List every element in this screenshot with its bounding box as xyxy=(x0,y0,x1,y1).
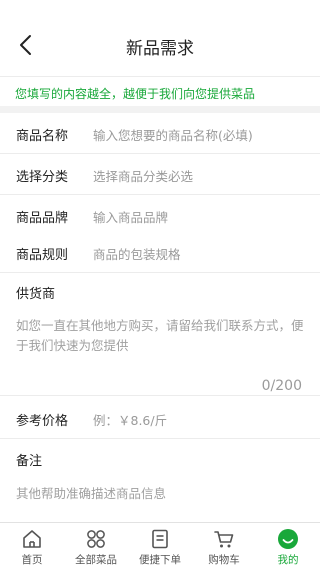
brand-row[interactable]: 商品品牌 输入商品品牌 xyxy=(0,195,320,236)
tab-all-dishes-label: 全部菜品 xyxy=(75,554,117,566)
note-label: 备注 xyxy=(16,454,43,469)
product-name-input[interactable]: 输入您想要的商品名称(必填) xyxy=(93,125,253,144)
tab-home-label: 首页 xyxy=(21,554,43,566)
supplier-textarea[interactable]: 如您一直在其他地方购买，请留给我们联系方式，便于我们快速为您提供 xyxy=(16,316,312,356)
supplier-section: 供货商 如您一直在其他地方购买，请留给我们联系方式，便于我们快速为您提供 0/2… xyxy=(0,273,320,396)
note-section: 备注 其他帮助准确描述商品信息 xyxy=(0,440,320,522)
category-select[interactable]: 选择商品分类必选 xyxy=(93,166,193,185)
hint-text: 您填写的内容越全，越便于我们向您提供菜品 xyxy=(15,87,256,101)
cart-icon xyxy=(214,531,234,548)
hint-bar: 您填写的内容越全，越便于我们向您提供菜品 xyxy=(0,76,320,106)
grid-icon xyxy=(87,530,105,548)
tab-quick-order[interactable]: 便捷下单 xyxy=(128,523,192,569)
spec-input[interactable]: 商品的包装规格 xyxy=(93,244,181,263)
tab-profile-label: 我的 xyxy=(277,554,299,566)
page-title: 新品需求 xyxy=(126,39,194,59)
home-icon xyxy=(23,530,41,548)
tab-profile[interactable]: 我的 xyxy=(256,523,320,569)
product-name-label: 商品名称 xyxy=(16,129,69,144)
price-label: 参考价格 xyxy=(16,414,69,429)
spec-label: 商品规则 xyxy=(16,248,69,263)
supplier-label: 供货商 xyxy=(16,287,56,302)
order-icon xyxy=(152,529,168,549)
brand-label: 商品品牌 xyxy=(16,211,69,226)
tab-cart-label: 购物车 xyxy=(208,554,240,566)
price-row[interactable]: 参考价格 例：￥8.6/斤 xyxy=(0,398,320,439)
tab-all-dishes[interactable]: 全部菜品 xyxy=(64,523,128,569)
category-label: 选择分类 xyxy=(16,170,69,185)
separator xyxy=(0,106,320,113)
profile-icon xyxy=(278,529,298,549)
bottom-tab-bar: 首页 全部菜品 便捷下单 购物车 我的 xyxy=(0,522,320,569)
char-counter: 0/200 xyxy=(261,378,302,394)
category-row[interactable]: 选择分类 选择商品分类必选 xyxy=(0,154,320,195)
note-textarea[interactable]: 其他帮助准确描述商品信息 xyxy=(16,483,166,502)
tab-quick-order-label: 便捷下单 xyxy=(139,554,181,566)
tab-cart[interactable]: 购物车 xyxy=(192,523,256,569)
spec-row[interactable]: 商品规则 商品的包装规格 xyxy=(0,232,320,273)
brand-input[interactable]: 输入商品品牌 xyxy=(93,207,168,226)
product-name-row[interactable]: 商品名称 输入您想要的商品名称(必填) xyxy=(0,113,320,154)
tab-home[interactable]: 首页 xyxy=(0,523,64,569)
price-input[interactable]: 例：￥8.6/斤 xyxy=(93,410,167,429)
